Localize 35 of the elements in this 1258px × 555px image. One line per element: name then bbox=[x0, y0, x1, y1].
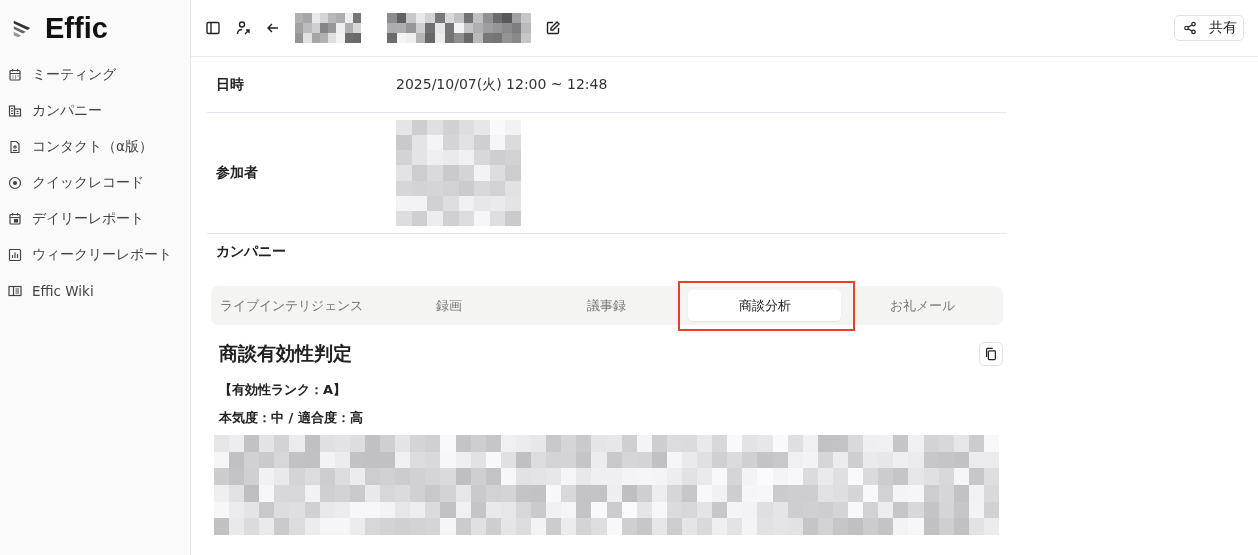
contact-card-icon bbox=[8, 140, 22, 154]
sidebar-item[interactable]: クイックレコード bbox=[8, 165, 190, 201]
sidebar-item[interactable]: ミーティング bbox=[8, 57, 190, 93]
share-icon bbox=[1183, 21, 1197, 35]
building-icon bbox=[8, 104, 22, 118]
target-icon bbox=[8, 176, 22, 190]
section-title: 商談有効性判定 bbox=[219, 341, 352, 366]
field-value: 2025/10/07(火) 12:00 ~ 12:48 bbox=[396, 75, 608, 94]
calendar-icon bbox=[8, 212, 22, 226]
analysis-text: 【有効性ランク：A】 bbox=[219, 381, 348, 399]
logo-text: Effic bbox=[45, 12, 108, 45]
edit-icon[interactable] bbox=[545, 20, 561, 36]
field-label: カンパニー bbox=[216, 243, 287, 261]
tab[interactable]: お礼メール bbox=[845, 290, 999, 321]
chart-icon bbox=[8, 248, 22, 262]
sidebar-item[interactable]: Effic Wiki bbox=[8, 273, 190, 309]
sidebar-item[interactable]: コンタクト（α版） bbox=[8, 129, 190, 165]
tab[interactable]: 議事録 bbox=[530, 290, 684, 321]
tab[interactable]: ライブインテリジェンス bbox=[215, 290, 369, 321]
sidebar-item[interactable]: カンパニー bbox=[8, 93, 190, 129]
pixelated-drawing bbox=[295, 13, 361, 43]
copy-button[interactable] bbox=[979, 342, 1003, 366]
sidebar-item[interactable]: ウィークリーレポート bbox=[8, 237, 190, 273]
book-icon bbox=[8, 284, 22, 298]
tab[interactable]: 録画 bbox=[372, 290, 527, 321]
sidebar-toggle-icon[interactable] bbox=[205, 20, 221, 36]
analysis-text: 本気度：中 / 適合度：高 bbox=[219, 409, 364, 427]
calendar-icon bbox=[8, 68, 22, 82]
sidebar-item[interactable]: デイリーレポート bbox=[8, 201, 190, 237]
user-share-icon[interactable] bbox=[235, 20, 251, 36]
field-label: 日時 bbox=[216, 75, 245, 94]
tab[interactable]: 商談分析 bbox=[687, 290, 842, 321]
copy-icon bbox=[984, 347, 998, 361]
share-button[interactable]: 共有 bbox=[1174, 15, 1244, 41]
field-label: 参加者 bbox=[216, 164, 259, 182]
